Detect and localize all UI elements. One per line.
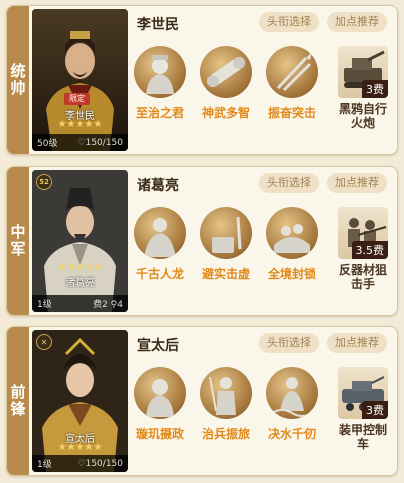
equipment-name-line2: 击手: [350, 277, 375, 291]
portrait-footer: 1级 费2 ⚲4: [32, 295, 128, 312]
equipment-slot[interactable]: 3费 黑鸦自行 火炮: [335, 46, 391, 130]
heart-icon: ♡: [77, 458, 86, 469]
role-tab: 中军: [7, 167, 29, 315]
skill-spear-icon: [266, 46, 318, 98]
skill-slot-2[interactable]: 治兵振旅: [197, 367, 255, 442]
equipment-slot[interactable]: 3.5费 反器材狙 击手: [335, 207, 391, 291]
skill-sage-icon: [134, 207, 186, 259]
equipment-name-line1: 装甲控制: [338, 423, 387, 437]
hero-row-3: 前锋 ✕ 宣太后 ★★★★★ 1级 ♡150/150 宣太后 头衔选择 加点推荐…: [6, 326, 398, 476]
rank-badge: 52: [36, 174, 52, 190]
role-label: 前锋: [8, 384, 27, 418]
point-recommend-button[interactable]: 加点推荐: [327, 12, 387, 32]
skill-sword-icon: [200, 207, 252, 259]
role-label: 统帅: [8, 63, 27, 97]
level-text: 1级: [37, 460, 52, 470]
skill-slot-3[interactable]: 振奋突击: [263, 46, 321, 121]
skill-name: 千古人龙: [135, 267, 184, 281]
skill-name: 至治之君: [135, 106, 184, 120]
skill-scroll-icon: [200, 46, 252, 98]
equipment-name-line2: 火炮: [350, 116, 375, 130]
sniper-soldier-icon: 3.5费: [338, 207, 388, 259]
equipment-slot[interactable]: 3费 装甲控制车: [335, 367, 391, 451]
level-text: 50级: [37, 139, 58, 149]
artillery-vehicle-icon: 3费: [338, 46, 388, 98]
level-text: 1级: [37, 300, 52, 310]
hero-name: 李世民: [137, 17, 179, 33]
armored-vehicle-icon: 3费: [338, 367, 388, 419]
cost-badge: 3.5费: [351, 241, 388, 259]
hero-portrait[interactable]: 限定 李世民 ★★★★★ 50级 ♡150/150: [32, 9, 128, 151]
star-rating: ★★★★★: [57, 262, 103, 273]
equipment-name-line2: 车: [356, 437, 369, 451]
skill-regent-icon: [134, 367, 186, 419]
hero-name: 宣太后: [137, 338, 179, 354]
skill-name: 神武多智: [201, 106, 250, 120]
title-select-button[interactable]: 头衔选择: [259, 333, 319, 353]
role-tab: 前锋: [7, 327, 29, 475]
skill-slot-1[interactable]: 璇玑摄政: [131, 367, 189, 442]
equipment-name-line1: 黑鸦自行: [338, 102, 387, 116]
rank-badge: ✕: [36, 334, 52, 350]
equipment-name: 反器材狙 击手: [335, 263, 391, 291]
portrait-name: 诸葛亮: [65, 278, 95, 289]
skill-emperor-icon: [134, 46, 186, 98]
role-tab: 统帅: [7, 6, 29, 154]
heart-icon: ♡: [77, 137, 86, 148]
cost-deploy-display: 费2 ⚲4: [93, 297, 123, 310]
skill-slot-3[interactable]: 决水千仞: [263, 367, 321, 442]
point-recommend-button[interactable]: 加点推荐: [327, 173, 387, 193]
skill-troops-icon: [200, 367, 252, 419]
equipment-name: 黑鸦自行 火炮: [335, 102, 391, 130]
limited-badge: 限定: [64, 93, 90, 105]
skill-name: 避实击虚: [201, 267, 250, 281]
hero-figure-image: [32, 170, 128, 312]
hero-name: 诸葛亮: [137, 178, 179, 194]
point-recommend-button[interactable]: 加点推荐: [327, 333, 387, 353]
portrait-footer: 50级 ♡150/150: [32, 134, 128, 151]
cost-badge: 3费: [362, 401, 388, 419]
title-select-button[interactable]: 头衔选择: [259, 12, 319, 32]
cost-text: 费2: [93, 300, 108, 310]
equipment-name-line1: 反器材狙: [338, 263, 387, 277]
hero-row-1: 统帅 限定 李世民 ★★★★★ 50级 ♡150/150 李世民 头衔选择 加点…: [6, 5, 398, 155]
title-select-button[interactable]: 头衔选择: [259, 173, 319, 193]
skill-name: 振奋突击: [267, 106, 316, 120]
skill-name: 决水千仞: [267, 427, 316, 441]
star-rating: ★★★★★: [57, 442, 103, 453]
equipment-name: 装甲控制车: [335, 423, 391, 451]
skill-slot-3[interactable]: 全境封锁: [263, 207, 321, 282]
deploy-count: 4: [117, 300, 123, 310]
troops-display: ♡150/150: [78, 459, 123, 469]
troops-text: 150/150: [85, 137, 123, 148]
skill-flood-icon: [266, 367, 318, 419]
hero-portrait[interactable]: ✕ 宣太后 ★★★★★ 1级 ♡150/150: [32, 330, 128, 472]
star-rating: ★★★★★: [57, 119, 103, 130]
skill-name: 治兵振旅: [201, 427, 250, 441]
troops-text: 150/150: [85, 458, 123, 469]
role-label: 中军: [8, 224, 27, 258]
skill-slot-2[interactable]: 避实击虚: [197, 207, 255, 282]
skill-slot-2[interactable]: 神武多智: [197, 46, 255, 121]
skill-slot-1[interactable]: 至治之君: [131, 46, 189, 121]
hero-row-2: 中军 52 ★★★★★ 诸葛亮 1级 费2 ⚲4 诸葛亮 头衔选择 加点推荐 千…: [6, 166, 398, 316]
skill-lockdown-icon: [266, 207, 318, 259]
cost-badge: 3费: [362, 80, 388, 98]
troops-display: ♡150/150: [78, 138, 123, 148]
skill-name: 璇玑摄政: [135, 427, 184, 441]
skill-slot-1[interactable]: 千古人龙: [131, 207, 189, 282]
skill-name: 全境封锁: [267, 267, 316, 281]
hero-portrait[interactable]: 52 ★★★★★ 诸葛亮 1级 费2 ⚲4: [32, 170, 128, 312]
portrait-footer: 1级 ♡150/150: [32, 455, 128, 472]
